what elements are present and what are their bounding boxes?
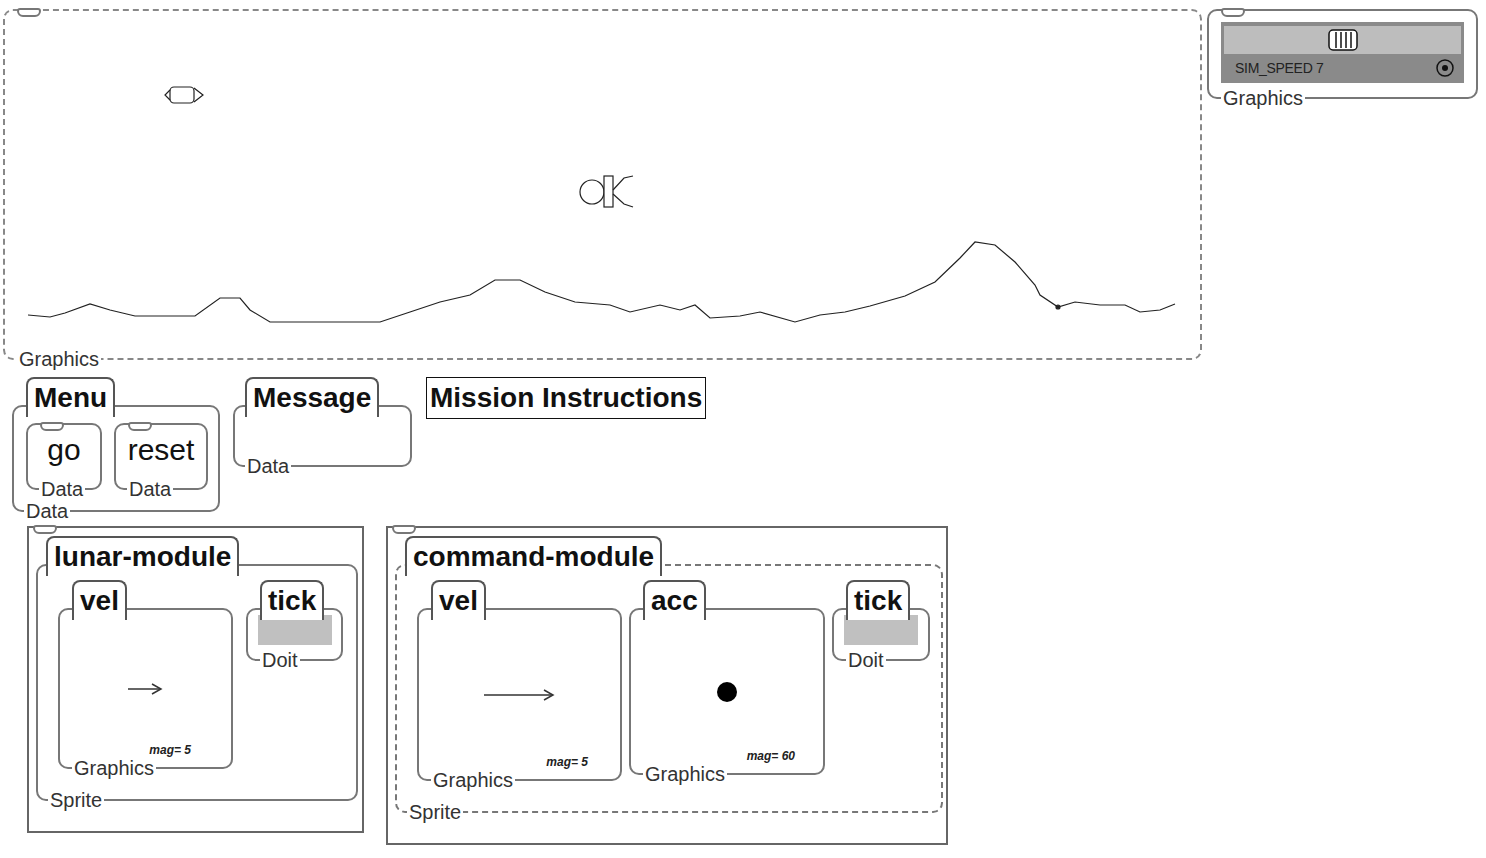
message-name-tab[interactable]: Message xyxy=(245,377,379,417)
lunar-scene xyxy=(5,11,1204,362)
command-module-sprite-icon[interactable] xyxy=(580,176,633,207)
magnitude: mag= 5 xyxy=(546,755,588,769)
boxer-workspace: GraphicsSIM_SPEED 7GraphicsMenugoDatares… xyxy=(0,0,1486,858)
speed-text: SIM_SPEED 7 xyxy=(1235,60,1324,76)
graphics-box[interactable]: mag= 5Graphics xyxy=(58,608,233,769)
slot: accmag= 60Graphics xyxy=(629,580,825,775)
sprite-name-tab[interactable]: lunar-module xyxy=(46,536,239,576)
point-dot-icon xyxy=(716,681,738,703)
slot-name-tab[interactable]: acc xyxy=(643,580,706,620)
lunar-module-sprite-icon[interactable] xyxy=(165,87,203,103)
sprite-body[interactable]: velmag= 5GraphicstickDoitSprite xyxy=(36,564,358,801)
box-label: Sprite xyxy=(407,801,463,823)
target-icon[interactable] xyxy=(1435,58,1455,78)
graphics-box[interactable]: mag= 5Graphics xyxy=(417,608,622,781)
sprite-frame[interactable]: command-modulevelmag= 5Graphicsaccmag= 6… xyxy=(386,526,948,845)
mission-instructions[interactable]: Mission Instructions xyxy=(426,377,706,419)
sprite-body[interactable]: velmag= 5Graphicsaccmag= 60GraphicstickD… xyxy=(395,564,943,813)
box-label: Graphics xyxy=(643,763,727,785)
box-label: Doit xyxy=(846,649,886,671)
sprite-box: lunar-modulevelmag= 5GraphicstickDoitSpr… xyxy=(36,536,355,801)
vector-arrow-icon xyxy=(484,688,556,702)
vector-arrow-icon xyxy=(128,682,164,696)
message: MessageData xyxy=(233,377,412,467)
film-icon xyxy=(1328,29,1358,51)
magnitude: mag= 5 xyxy=(149,743,191,757)
sprite-name-tab[interactable]: command-module xyxy=(405,536,662,576)
slot-name-tab[interactable]: vel xyxy=(431,580,486,620)
box-handle-icon[interactable] xyxy=(128,422,152,431)
slot-name-tab[interactable]: tick xyxy=(260,580,324,620)
menu: MenugoDataresetDataData xyxy=(12,377,220,512)
magnitude: mag= 60 xyxy=(747,749,795,763)
speed-slider[interactable]: SIM_SPEED 7 xyxy=(1221,22,1464,83)
menu-name-tab[interactable]: Menu xyxy=(26,377,115,417)
sprite-box: command-modulevelmag= 5Graphicsaccmag= 6… xyxy=(395,536,939,813)
menu-box: goDataresetDataData xyxy=(12,405,220,512)
sprite-frame[interactable]: lunar-modulevelmag= 5GraphicstickDoitSpr… xyxy=(27,526,364,833)
box-label: Doit xyxy=(260,649,300,671)
terrain xyxy=(28,242,1175,322)
slot: tickDoit xyxy=(832,580,930,661)
box-label: Sprite xyxy=(48,789,104,811)
box-label: Data xyxy=(39,478,85,500)
box-label: Data xyxy=(127,478,173,500)
menu-button[interactable]: goData xyxy=(26,423,102,490)
graphics-box[interactable]: mag= 60Graphics xyxy=(629,608,825,775)
box-label: Graphics xyxy=(72,757,156,779)
slot: tickDoit xyxy=(246,580,343,661)
box-label: Graphics xyxy=(431,769,515,791)
box-handle-icon[interactable] xyxy=(392,525,416,534)
box-label: Graphics xyxy=(17,348,101,370)
box-handle-icon[interactable] xyxy=(17,8,41,17)
box-label: Graphics xyxy=(1221,87,1305,109)
box-handle-icon[interactable] xyxy=(33,525,57,534)
graphics-canvas[interactable]: Graphics xyxy=(3,9,1202,360)
box-handle-icon[interactable] xyxy=(40,422,64,431)
menu-button[interactable]: resetData xyxy=(114,423,208,490)
speed-control[interactable]: SIM_SPEED 7Graphics xyxy=(1207,9,1478,99)
box-label: Data xyxy=(245,455,291,477)
slot: velmag= 5Graphics xyxy=(417,580,622,781)
slot-name-tab[interactable]: vel xyxy=(72,580,127,620)
slot: velmag= 5Graphics xyxy=(58,580,233,769)
box-handle-icon[interactable] xyxy=(1221,8,1245,17)
slot-name-tab[interactable]: tick xyxy=(846,580,910,620)
box-label: Data xyxy=(24,500,70,522)
